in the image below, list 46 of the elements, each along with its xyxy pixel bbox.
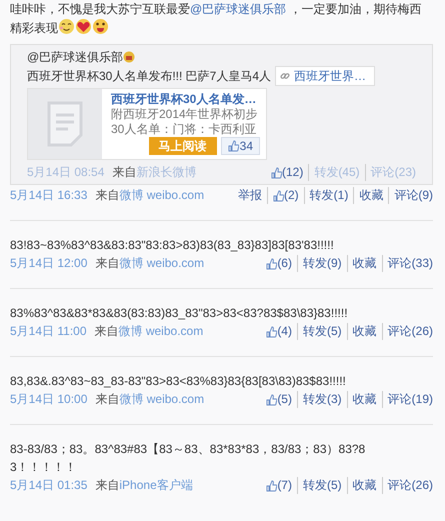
card-description: 附西班牙2014年世界杯初步30人名单：门将：卡西利亚 (111, 107, 259, 137)
source-text: 来自微博 weibo.com (95, 391, 204, 408)
author-link[interactable]: @巴萨球迷俱乐部 (27, 48, 124, 66)
card-title[interactable]: 西班牙世界杯30人名单发… (111, 92, 260, 107)
source-text: 来自微博 weibo.com (95, 187, 204, 204)
post-text: 83,83&.83^83~83_83-83"83>83<83%83}83{83[83\83)83$83!!!!! (10, 373, 347, 390)
source-text: 来自新浪长微博 (112, 164, 196, 181)
action-link[interactable]: 转发(9) (296, 255, 347, 272)
post-text: 哇咔咔，不愧是我大苏宁互联最爱@巴萨球迷俱乐部 ，一定要加油，期待梅西精彩表现 (10, 1, 423, 37)
action-link[interactable]: 收藏 (346, 255, 382, 272)
action-link[interactable]: 评论(26) (382, 477, 433, 494)
action-link[interactable]: 评论(33) (382, 255, 433, 272)
post-text: 83!83~83%83^83&83:83"83:83>83)83(83_83}83]83[83'83!!!!! (10, 237, 335, 254)
action-link[interactable]: 举报 (232, 187, 267, 204)
timestamp: 5月14日 11:00 (10, 323, 86, 340)
like-link[interactable]: (2) (266, 187, 304, 204)
action-link[interactable]: 评论(19) (382, 391, 433, 408)
action-link[interactable]: 转发(3) (296, 391, 347, 408)
source-text: 来自微博 weibo.com (95, 255, 204, 272)
post-text: 83%83^83&83*83&83(83:83)83_83"83>83<83?83$83\83}83!!!!! (10, 305, 349, 322)
timestamp: 5月14日 10:00 (10, 391, 88, 408)
like-link[interactable]: (7) (261, 477, 297, 494)
timestamp: 5月14日 16:33 (10, 187, 88, 204)
like-link[interactable]: (6) (261, 255, 297, 272)
link-chip[interactable]: 西班牙世界… (275, 66, 376, 86)
action-link[interactable]: 收藏 (346, 391, 382, 408)
action-link[interactable]: 评论(9) (388, 187, 433, 204)
action-link[interactable]: 收藏 (346, 323, 382, 340)
action-link[interactable]: 评论(26) (382, 323, 433, 340)
like-link[interactable]: (4) (261, 323, 297, 340)
action-link[interactable]: 转发(5) (296, 323, 347, 340)
mention-link[interactable]: @巴萨球迷俱乐部 (190, 2, 286, 16)
action-link[interactable]: 转发(1) (304, 187, 354, 204)
timestamp: 5月14日 08:54 (27, 164, 104, 181)
action-link[interactable]: 收藏 (353, 187, 388, 204)
repost-text: 西班牙世界杯30人名单发布!!! 巴萨7人皇马4人 (27, 68, 272, 85)
source-text: 来自微博 weibo.com (94, 323, 204, 340)
like-button[interactable]: 34 (220, 137, 260, 155)
post-text: 83-83/83；83。83^83#83【83～83、83*83*83，83/83；83）83?83！！！！！ (10, 441, 366, 476)
like-link[interactable]: (5) (261, 391, 297, 408)
action-link[interactable]: 转发(5) (296, 477, 347, 494)
timestamp: 5月14日 01:35 (10, 477, 88, 494)
action-link[interactable]: 收藏 (346, 477, 382, 494)
timestamp: 5月14日 12:00 (10, 255, 88, 272)
source-text: 来自 iPhone客户端 (95, 477, 193, 494)
like-link[interactable]: (12) (266, 164, 308, 181)
